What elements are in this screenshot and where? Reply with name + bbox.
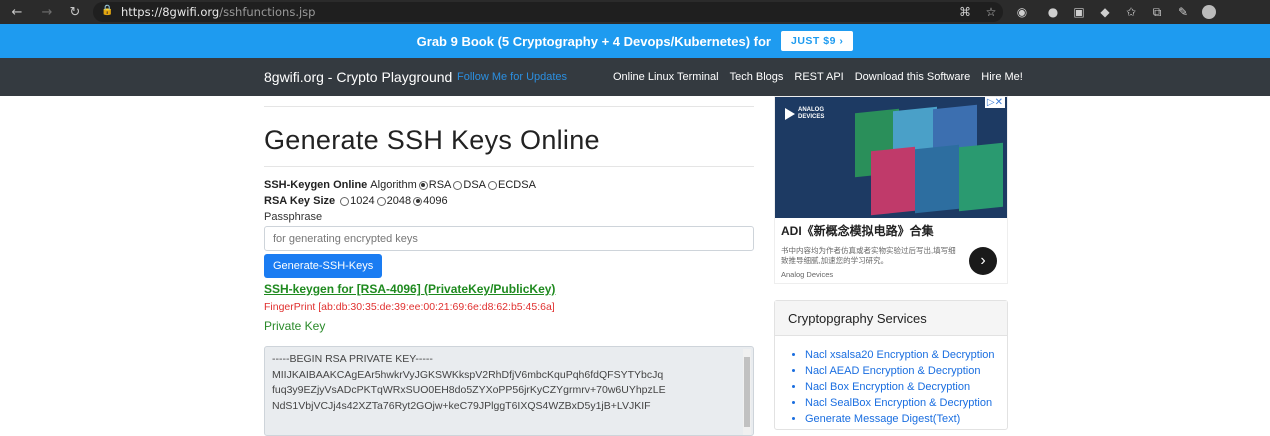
- book-cover-4: [871, 146, 915, 216]
- site-navbar: 8gwifi.org - Crypto Playground Follow Me…: [0, 58, 1270, 96]
- promo-banner: Grab 9 Book (5 Cryptography + 4 Devops/K…: [0, 24, 1270, 58]
- page-title: Generate SSH Keys Online: [264, 125, 600, 155]
- radio-dsa[interactable]: [453, 180, 463, 190]
- divider: [264, 166, 754, 167]
- algorithm-row: SSH-Keygen Online Algorithm RSA DSA ECDS…: [264, 177, 754, 193]
- radio-rsa-label: RSA: [428, 179, 452, 191]
- browser-toolbar: ← → ↻ 🔒 https://8gwifi.org/sshfunctions.…: [0, 0, 1270, 24]
- generate-ssh-keys-button[interactable]: Generate-SSH-Keys: [264, 254, 383, 278]
- service-link[interactable]: Nacl AEAD Encryption & Decryption: [805, 363, 1007, 379]
- ad-brand: Analog Devices: [781, 270, 834, 279]
- translate-icon[interactable]: ⌘: [952, 5, 978, 19]
- radio-dsa-label: DSA: [463, 179, 487, 191]
- promo-text: Grab 9 Book (5 Cryptography + 4 Devops/K…: [416, 33, 771, 49]
- forward-icon[interactable]: →: [36, 1, 58, 23]
- keysize-row: RSA Key Size 1024 2048 4096: [264, 193, 754, 209]
- services-title: Cryptopgraphy Services: [775, 301, 1007, 336]
- favorites-icon[interactable]: ✩: [1118, 5, 1144, 19]
- passphrase-input[interactable]: for generating encrypted keys: [264, 226, 754, 251]
- book-cover-5: [915, 144, 959, 214]
- extension-blue-icon[interactable]: ▣: [1066, 5, 1092, 19]
- ad-description: 书中内容均为作者仿真或者实物实验过后写出,填写细致推导细腻,加速您的学习研究。: [781, 246, 956, 265]
- divider: [264, 106, 754, 107]
- nav-link-blogs[interactable]: Tech Blogs: [730, 71, 784, 83]
- radio-rsa[interactable]: [418, 180, 428, 190]
- algorithm-label: Algorithm: [370, 179, 417, 191]
- service-link[interactable]: Nacl SealBox Encryption & Decryption: [805, 395, 1007, 411]
- lock-icon: 🔒: [101, 5, 114, 16]
- radio-2048-label: 2048: [386, 195, 412, 207]
- book-cover-6: [959, 142, 1003, 212]
- key-line: NdS1VbjVCJj4s42XZTa76Ryt2GOjw+keC79JPlgg…: [272, 399, 651, 412]
- extension-green-icon[interactable]: ◆: [1092, 5, 1118, 19]
- ad-logo-line1: ANALOG: [798, 107, 824, 113]
- service-link[interactable]: Generate Message Digest(Text): [805, 411, 1007, 427]
- ssh-result-link[interactable]: SSH-keygen for [RSA-4096] (PrivateKey/Pu…: [264, 282, 754, 296]
- radio-1024-label: 1024: [350, 195, 375, 207]
- radio-ecdsa-label: ECDSA: [498, 179, 536, 191]
- ad-title[interactable]: ADI《新概念模拟电路》合集: [775, 220, 1007, 241]
- collections-icon[interactable]: ⧉: [1144, 5, 1170, 20]
- key-line: fuq3y9EZjyVsADcPKTqWRxSUO0EH8do5ZYXoPP56…: [272, 384, 666, 396]
- radio-4096[interactable]: [413, 196, 423, 206]
- profile-avatar[interactable]: [1196, 5, 1222, 19]
- site-brand[interactable]: 8gwifi.org - Crypto Playground: [264, 69, 452, 85]
- service-link[interactable]: Nacl Box Encryption & Decryption: [805, 379, 1007, 395]
- ad-image[interactable]: ANALOG DEVICES ▷✕: [775, 97, 1007, 218]
- promo-button[interactable]: JUST $9 ›: [780, 31, 854, 51]
- extension-gray-icon[interactable]: ●: [1040, 5, 1066, 19]
- scrollbar-thumb[interactable]: [744, 357, 750, 427]
- scrollbar[interactable]: [743, 349, 751, 435]
- follow-link[interactable]: Follow Me for Updates: [457, 71, 567, 83]
- nav-link-rest-api[interactable]: REST API: [794, 71, 843, 83]
- nav-link-terminal[interactable]: Online Linux Terminal: [613, 71, 719, 83]
- address-bar[interactable]: 🔒 https://8gwifi.org/sshfunctions.jsp: [93, 2, 1003, 22]
- analog-devices-logo: ANALOG DEVICES: [785, 107, 824, 121]
- main-content: Generate SSH Keys Online SSH-Keygen Onli…: [264, 96, 754, 436]
- reload-icon[interactable]: ↻: [64, 1, 86, 23]
- fingerprint-text: FingerPrint [ab:db:30:35:de:39:ee:00:21:…: [264, 301, 555, 313]
- ad-logo-line2: DEVICES: [798, 114, 825, 120]
- advertisement[interactable]: ANALOG DEVICES ▷✕ ADI《新概念模拟电路》合集 书中内容均为作者…: [774, 96, 1008, 284]
- favorite-star-icon[interactable]: ☆: [978, 5, 1004, 19]
- nav-link-hire[interactable]: Hire Me!: [981, 71, 1023, 83]
- keygen-label: SSH-Keygen Online: [264, 179, 368, 191]
- nav-links: Online Linux Terminal Tech Blogs REST AP…: [613, 71, 1023, 83]
- radio-1024[interactable]: [340, 196, 350, 206]
- keysize-label: RSA Key Size: [264, 195, 336, 207]
- private-key-label: Private Key: [264, 319, 326, 333]
- nav-link-download[interactable]: Download this Software: [855, 71, 971, 83]
- url-path: /sshfunctions.jsp: [219, 5, 316, 19]
- url-host: https://8gwifi.org: [121, 5, 220, 19]
- ad-next-arrow-icon[interactable]: ›: [969, 247, 997, 275]
- ad-choices-icon[interactable]: ▷✕: [984, 97, 1005, 108]
- services-card: Cryptopgraphy Services Nacl xsalsa20 Enc…: [774, 300, 1008, 430]
- key-line: -----BEGIN RSA PRIVATE KEY-----: [272, 353, 433, 365]
- radio-2048[interactable]: [376, 196, 386, 206]
- feedback-icon[interactable]: ✎: [1170, 5, 1196, 19]
- extension-icon[interactable]: ◉: [1004, 5, 1040, 19]
- key-line: MIIJKAIBAAKCAgEAr5hwkrVyJGKSWKkspV2RhDfj…: [272, 368, 664, 381]
- services-list: Nacl xsalsa20 Encryption & Decryption Na…: [775, 347, 1007, 427]
- service-link[interactable]: Nacl xsalsa20 Encryption & Decryption: [805, 347, 1007, 363]
- back-icon[interactable]: ←: [6, 1, 28, 23]
- radio-ecdsa[interactable]: [488, 180, 498, 190]
- private-key-textarea[interactable]: -----BEGIN RSA PRIVATE KEY----- MIIJKAIB…: [264, 346, 754, 436]
- passphrase-label: Passphrase: [264, 211, 323, 223]
- radio-4096-label: 4096: [423, 195, 448, 207]
